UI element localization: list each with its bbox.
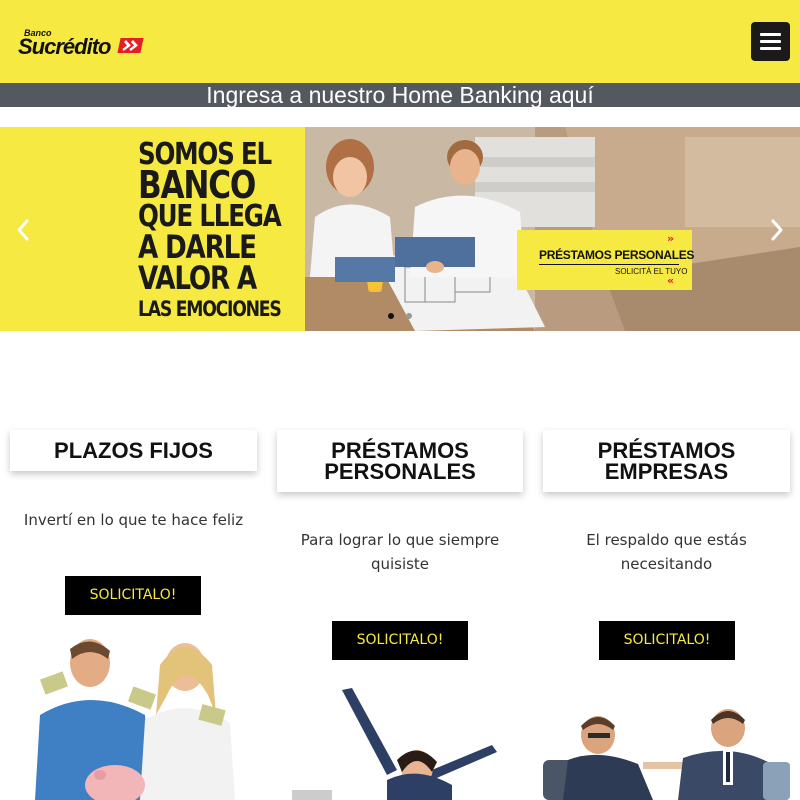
- promo-subtitle: SOLICITÁ EL TUYO: [615, 267, 688, 276]
- pagination-dot[interactable]: [406, 313, 412, 319]
- slide-yellow-panel: SOMOS EL BANCO QUE LLEGA A DARLE VALOR A…: [0, 127, 305, 331]
- couple-money-illustration: [35, 639, 235, 800]
- promo-arrows-icon: «: [667, 274, 675, 287]
- couple-planning-photo: [305, 127, 800, 331]
- logo-main-text: Sucrédito: [18, 34, 111, 59]
- logo-arrows-icon: [117, 38, 144, 53]
- chevron-right-icon[interactable]: [767, 217, 787, 243]
- home-banking-bar: Ingresa a nuestro Home Banking aquí: [0, 83, 800, 107]
- card-prestamos-empresas: PRÉSTAMOS EMPRESAS El respaldo que estás…: [543, 430, 790, 800]
- slider-pagination: [386, 313, 416, 321]
- desc-line: El respaldo que estás: [586, 531, 747, 549]
- promo-title: PRÉSTAMOS PERSONALES: [539, 248, 695, 262]
- business-handshake-illustration: [543, 709, 790, 800]
- hamburger-menu-icon[interactable]: [751, 22, 790, 61]
- card-title-box: PLAZOS FIJOS: [10, 430, 257, 471]
- card-description: El respaldo que estás necesitando: [543, 528, 790, 576]
- slogan-line: VALOR A: [138, 259, 257, 297]
- slogan-line: LAS EMOCIONES: [138, 297, 282, 321]
- card-title-box: PRÉSTAMOS PERSONALES: [277, 430, 523, 492]
- happy-woman-illustration: [292, 688, 497, 800]
- card-title: PRÉSTAMOS: [331, 438, 469, 463]
- card-description: Invertí en lo que te hace feliz: [23, 511, 244, 529]
- promo-box[interactable]: » PRÉSTAMOS PERSONALES SOLICITÁ EL TUYO …: [517, 230, 695, 290]
- card-title: PLAZOS FIJOS: [54, 438, 213, 463]
- hero-slider: SOMOS EL BANCO QUE LLEGA A DARLE VALOR A…: [0, 127, 800, 331]
- solicitalo-button[interactable]: SOLICITALO!: [332, 621, 468, 660]
- pagination-dot-active[interactable]: [388, 313, 394, 319]
- card-title: PRÉSTAMOS: [597, 438, 736, 463]
- card-description: Para lograr lo que siempre quisiste: [277, 528, 523, 576]
- desc-line: quisiste: [370, 555, 430, 573]
- menu-bar: [760, 47, 781, 50]
- banco-sucredito-logo[interactable]: Banco Sucrédito: [18, 28, 148, 59]
- promo-arrows-icon: »: [667, 232, 675, 245]
- card-prestamos-personales: PRÉSTAMOS PERSONALES Para lograr lo que …: [277, 430, 523, 800]
- card-title-box: PRÉSTAMOS EMPRESAS: [543, 430, 790, 492]
- desc-line: Para lograr lo que siempre: [300, 531, 500, 549]
- desc-line: necesitando: [620, 555, 713, 573]
- card-plazos-fijos: PLAZOS FIJOS Invertí en lo que te hace f…: [10, 430, 257, 800]
- solicitalo-button[interactable]: SOLICITALO!: [599, 621, 735, 660]
- card-title: EMPRESAS: [604, 459, 729, 484]
- promo-divider: [539, 264, 679, 265]
- card-title: PERSONALES: [324, 459, 476, 484]
- chevron-left-icon[interactable]: [13, 217, 33, 243]
- solicitalo-button[interactable]: SOLICITALO!: [65, 576, 201, 615]
- site-header: Banco Sucrédito: [0, 0, 800, 83]
- slogan-line: BANCO: [138, 163, 256, 207]
- home-banking-link[interactable]: Ingresa a nuestro Home Banking aquí: [0, 83, 800, 107]
- menu-bar: [760, 33, 781, 36]
- slide-slogan: SOMOS EL BANCO QUE LLEGA A DARLE VALOR A…: [138, 139, 282, 325]
- menu-bar: [760, 40, 781, 43]
